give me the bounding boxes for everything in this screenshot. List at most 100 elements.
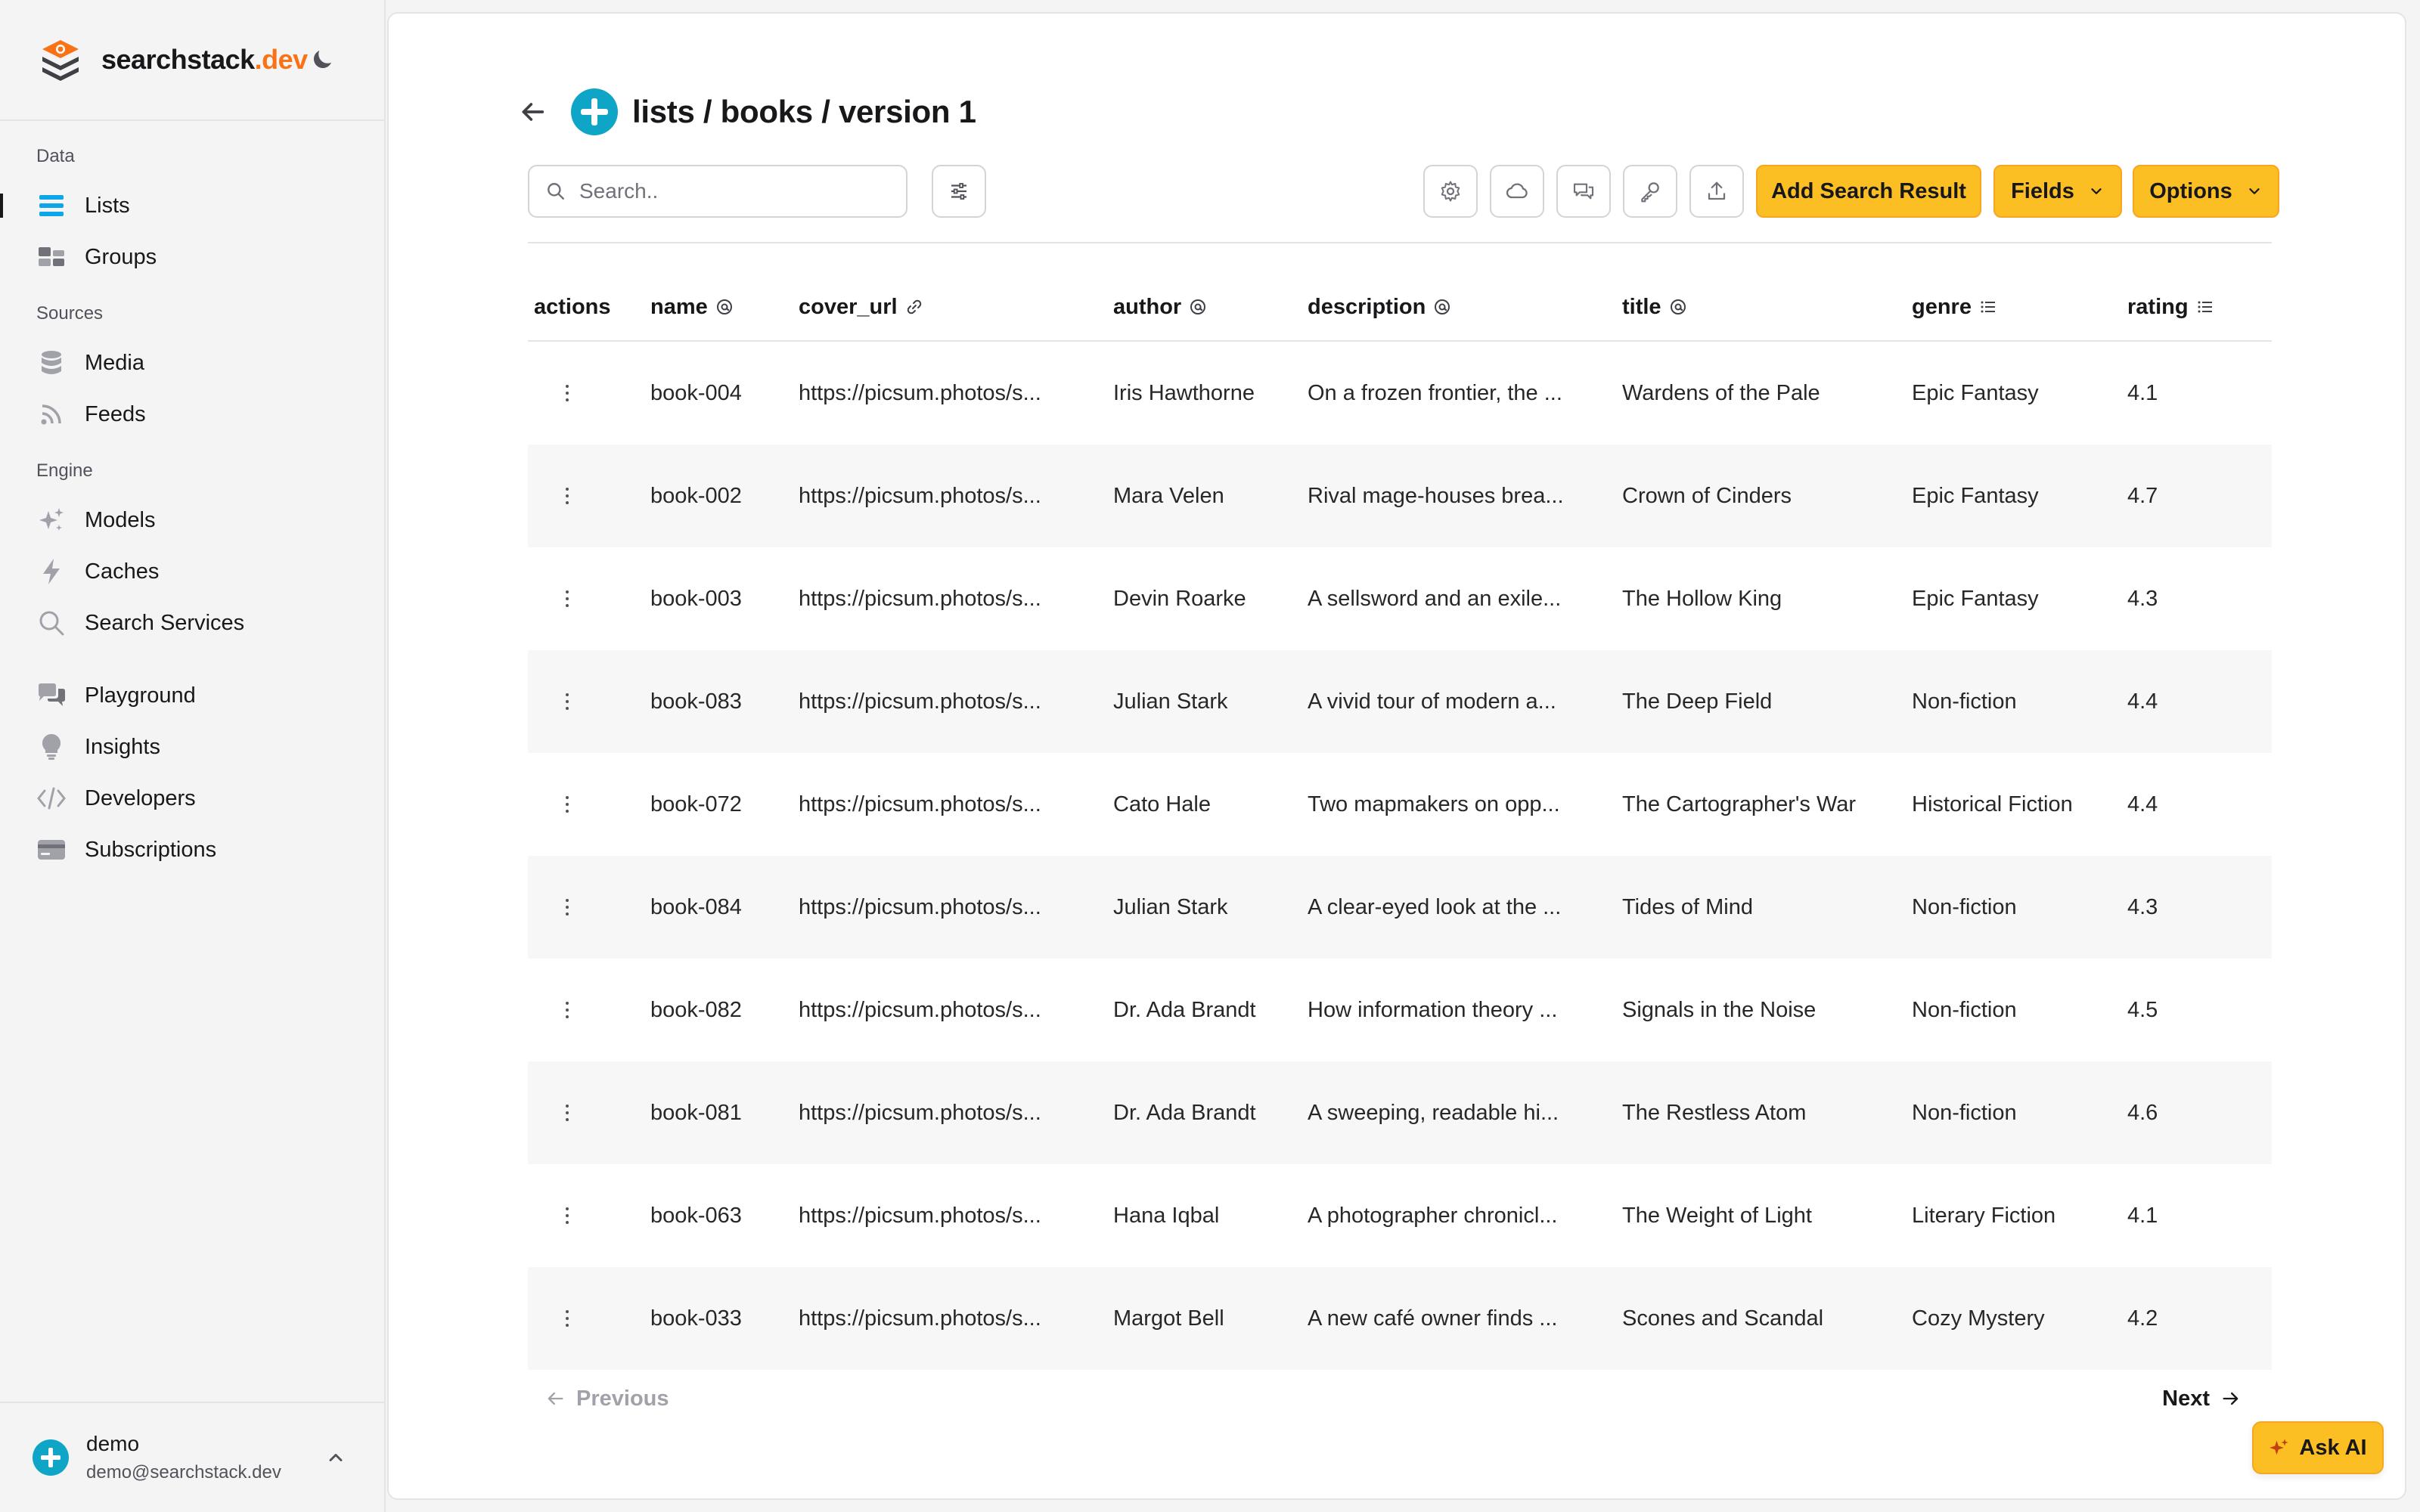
more-vertical-icon[interactable] [549, 481, 585, 511]
user-menu[interactable]: demo demo@searchstack.dev [0, 1402, 384, 1512]
sidebar-item-developers[interactable]: Developers [0, 773, 384, 824]
brand-name[interactable]: searchstack.dev [101, 44, 308, 76]
cell-genre: Epic Fantasy [1912, 586, 2039, 611]
sidebar-item-models[interactable]: Models [0, 494, 384, 546]
table-row[interactable]: book-081 https://picsum.photos/s... Dr. Ad… [528, 1061, 2272, 1164]
options-dropdown[interactable]: Options [2133, 165, 2279, 218]
column-header-cover-url[interactable]: cover_url [799, 295, 1113, 320]
table-row[interactable]: book-072 https://picsum.photos/s... Cato H… [528, 753, 2272, 856]
previous-page-button[interactable]: Previous [544, 1377, 669, 1420]
column-header-name[interactable]: name [650, 295, 799, 320]
ask-ai-button[interactable]: Ask AI [2252, 1421, 2384, 1474]
column-header-description[interactable]: description [1308, 295, 1622, 320]
more-vertical-icon[interactable] [549, 378, 585, 408]
table-row[interactable]: book-084 https://picsum.photos/s... Julian… [528, 856, 2272, 959]
more-vertical-icon[interactable] [549, 686, 585, 717]
table-row[interactable]: book-033 https://picsum.photos/s... Margot… [528, 1267, 2272, 1370]
logo-icon [42, 40, 79, 81]
filter-button[interactable] [932, 165, 986, 218]
sidebar: searchstack.dev Data Lists Groups Source… [0, 0, 386, 1512]
chat-icon [36, 680, 67, 711]
cell-actions [528, 481, 650, 511]
chat-button[interactable] [1556, 165, 1611, 218]
sidebar-item-caches[interactable]: Caches [0, 546, 384, 597]
table-row[interactable]: book-003 https://picsum.photos/s... Devin … [528, 547, 2272, 650]
table-row[interactable]: book-082 https://picsum.photos/s... Dr. Ad… [528, 959, 2272, 1061]
nav-section-sources: Sources [36, 303, 104, 324]
cell-title: Wardens of the Pale [1622, 380, 1820, 405]
moon-icon[interactable] [309, 46, 336, 73]
cell-author: Devin Roarke [1113, 586, 1246, 611]
settings-button[interactable] [1423, 165, 1478, 218]
cell-cover-url: https://picsum.photos/s... [799, 1306, 1041, 1331]
sidebar-item-lists[interactable]: Lists [0, 180, 384, 231]
key-icon [1641, 182, 1659, 203]
search-box[interactable] [528, 165, 908, 218]
column-label: title [1622, 294, 1661, 319]
table-body: book-004 https://picsum.photos/s... Iris H… [528, 342, 2272, 1370]
cell-name: book-063 [650, 1203, 742, 1228]
user-info: demo demo@searchstack.dev [86, 1432, 281, 1483]
cell-cover-url: https://picsum.photos/s... [799, 483, 1041, 508]
more-vertical-icon[interactable] [549, 892, 585, 922]
cell-genre: Literary Fiction [1912, 1203, 2056, 1228]
more-vertical-icon[interactable] [549, 789, 585, 820]
key-button[interactable] [1623, 165, 1677, 218]
column-header-title[interactable]: title [1622, 295, 1912, 320]
cloud-button[interactable] [1490, 165, 1544, 218]
column-label: cover_url [799, 294, 898, 319]
more-vertical-icon[interactable] [549, 995, 585, 1025]
sidebar-item-label: Models [85, 507, 156, 532]
next-page-button[interactable]: Next [2162, 1377, 2242, 1420]
cell-title: Crown of Cinders [1622, 483, 1792, 508]
sidebar-item-search-services[interactable]: Search Services [0, 597, 384, 649]
search-icon [548, 183, 564, 200]
search-input[interactable] [579, 179, 882, 203]
column-label: rating [2127, 294, 2189, 319]
more-vertical-icon[interactable] [549, 1201, 585, 1231]
sidebar-item-feeds[interactable]: Feeds [0, 389, 384, 440]
column-header-author[interactable]: author [1113, 295, 1308, 320]
cell-description: On a frozen frontier, the ... [1308, 380, 1562, 405]
cell-rating: 4.1 [2127, 380, 2158, 405]
nav-section-data: Data [36, 146, 75, 166]
cell-title: The Hollow King [1622, 586, 1782, 611]
fields-dropdown[interactable]: Fields [1993, 165, 2122, 218]
back-arrow-icon[interactable] [517, 97, 548, 127]
cell-actions [528, 584, 650, 614]
cell-genre: Non-fiction [1912, 894, 2017, 919]
table-row[interactable]: book-063 https://picsum.photos/s... Hana I… [528, 1164, 2272, 1267]
arrow-right-icon [2223, 1392, 2238, 1405]
sidebar-item-playground[interactable]: Playground [0, 670, 384, 721]
cell-genre: Epic Fantasy [1912, 380, 2039, 405]
chevron-up-icon[interactable] [325, 1447, 346, 1468]
table-row[interactable]: book-004 https://picsum.photos/s... Iris H… [528, 342, 2272, 445]
main-panel: lists / books / version 1 Search.. Add S… [387, 12, 2406, 1500]
lightbulb-icon [36, 732, 67, 762]
add-search-result-button[interactable]: Add Search Result [1756, 165, 1981, 218]
user-email: demo@searchstack.dev [86, 1462, 281, 1483]
user-name: demo [86, 1432, 140, 1455]
more-vertical-icon[interactable] [549, 1098, 585, 1128]
column-header-genre[interactable]: genre [1912, 295, 2127, 320]
cell-rating: 4.2 [2127, 1306, 2158, 1331]
sidebar-item-groups[interactable]: Groups [0, 231, 384, 283]
table-row[interactable]: book-002 https://picsum.photos/s... Mara V… [528, 445, 2272, 547]
sidebar-item-subscriptions[interactable]: Subscriptions [0, 824, 384, 875]
column-header-rating[interactable]: rating [2127, 295, 2263, 320]
cell-description: How information theory ... [1308, 997, 1558, 1022]
cell-description: A sweeping, readable hi... [1308, 1100, 1559, 1125]
cell-actions [528, 378, 650, 408]
cell-author: Dr. Ada Brandt [1113, 1100, 1256, 1125]
sidebar-item-insights[interactable]: Insights [0, 721, 384, 773]
export-button[interactable] [1689, 165, 1744, 218]
cell-genre: Non-fiction [1912, 997, 2017, 1022]
sidebar-item-media[interactable]: Media [0, 337, 384, 389]
cell-cover-url: https://picsum.photos/s... [799, 997, 1041, 1022]
table-row[interactable]: book-083 https://picsum.photos/s... Julian… [528, 650, 2272, 753]
more-vertical-icon[interactable] [549, 584, 585, 614]
cell-name: book-004 [650, 380, 742, 405]
bolt-icon [36, 556, 67, 587]
cell-name: book-082 [650, 997, 742, 1022]
more-vertical-icon[interactable] [549, 1303, 585, 1334]
